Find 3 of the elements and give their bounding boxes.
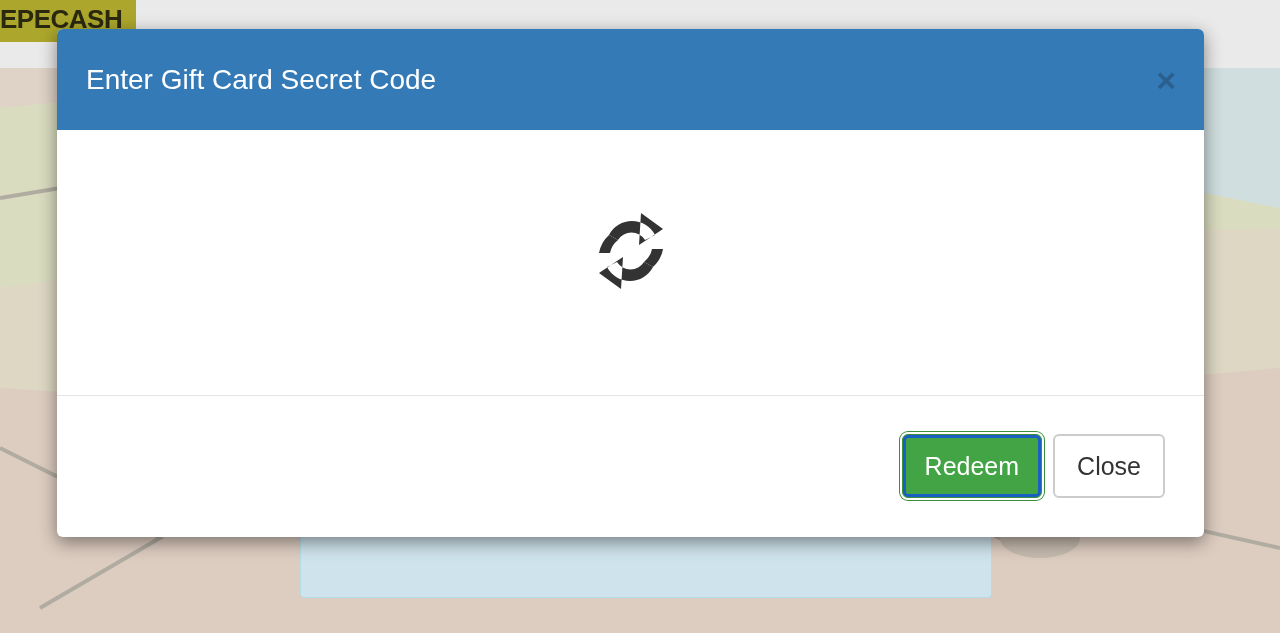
- redeem-button[interactable]: Redeem: [901, 434, 1043, 498]
- close-dialog-button[interactable]: Close: [1053, 434, 1165, 498]
- modal-title: Enter Gift Card Secret Code: [86, 63, 437, 96]
